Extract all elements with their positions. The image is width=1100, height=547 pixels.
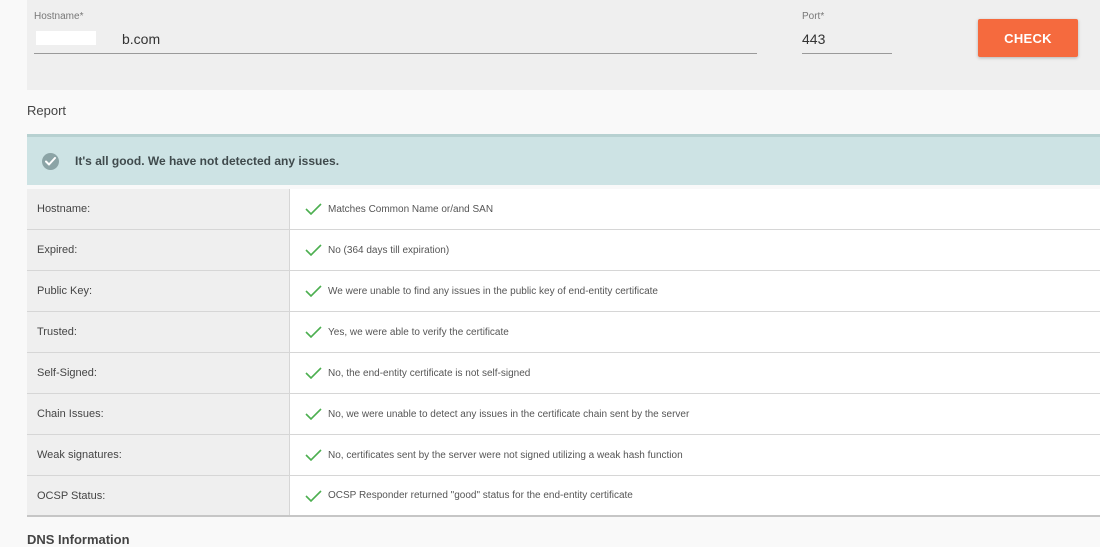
row-value: No, the end-entity certificate is not se… bbox=[290, 353, 1100, 393]
hostname-label: Hostname* bbox=[34, 11, 84, 22]
table-row: Hostname: Matches Common Name or/and SAN bbox=[27, 189, 1100, 230]
check-icon bbox=[305, 408, 322, 420]
check-icon bbox=[305, 326, 322, 338]
row-value: No, certificates sent by the server were… bbox=[290, 435, 1100, 475]
hostname-input[interactable]: b.com bbox=[122, 31, 160, 47]
check-circle-icon bbox=[42, 152, 59, 170]
status-banner: It's all good. We have not detected any … bbox=[27, 137, 1100, 185]
report-table: Hostname: Matches Common Name or/and SAN E… bbox=[27, 189, 1100, 517]
table-row: Weak signatures: No, certificates sent by… bbox=[27, 435, 1100, 476]
check-icon bbox=[305, 367, 322, 379]
table-row: Trusted: Yes, we were able to verify the … bbox=[27, 312, 1100, 353]
check-icon bbox=[305, 449, 322, 461]
table-row: Chain Issues: No, we were unable to detec… bbox=[27, 394, 1100, 435]
port-underline bbox=[802, 53, 892, 54]
status-message: It's all good. We have not detected any … bbox=[75, 154, 340, 168]
row-label: Self-Signed: bbox=[27, 353, 290, 393]
table-row: Expired: No (364 days till expiration) bbox=[27, 230, 1100, 271]
row-label: OCSP Status: bbox=[27, 476, 290, 515]
row-value: No, we were unable to detect any issues … bbox=[290, 394, 1100, 434]
check-icon bbox=[305, 203, 322, 215]
row-label: Weak signatures: bbox=[27, 435, 290, 475]
row-value-text: No, certificates sent by the server were… bbox=[328, 449, 683, 461]
check-icon bbox=[305, 489, 322, 502]
hostname-underline bbox=[34, 53, 757, 54]
row-label: Chain Issues: bbox=[27, 394, 290, 434]
row-value: No (364 days till expiration) bbox=[290, 230, 1100, 270]
row-value: Yes, we were able to verify the certific… bbox=[290, 312, 1100, 352]
row-label: Trusted: bbox=[27, 312, 290, 352]
port-input[interactable]: 443 bbox=[802, 31, 825, 47]
dns-title: DNS Information bbox=[27, 532, 130, 547]
redaction-mask bbox=[36, 31, 96, 45]
check-button[interactable]: CHECK bbox=[978, 19, 1078, 57]
row-value-text: We were unable to find any issues in the… bbox=[328, 285, 658, 297]
table-row: Self-Signed: No, the end-entity certifica… bbox=[27, 353, 1100, 394]
row-value-text: Yes, we were able to verify the certific… bbox=[328, 326, 509, 338]
port-label: Port* bbox=[802, 11, 825, 22]
table-row: OCSP Status: OCSP Responder returned "goo… bbox=[27, 476, 1100, 517]
check-icon bbox=[305, 285, 322, 297]
row-value-text: Matches Common Name or/and SAN bbox=[328, 203, 494, 215]
row-value-text: No, the end-entity certificate is not se… bbox=[328, 367, 531, 379]
row-value-text: OCSP Responder returned "good" status fo… bbox=[328, 490, 633, 501]
row-label: Hostname: bbox=[27, 189, 290, 229]
check-form: Hostname* b.com Port* 443 bbox=[27, 0, 1100, 90]
row-value: OCSP Responder returned "good" status fo… bbox=[290, 476, 1100, 515]
row-label: Public Key: bbox=[27, 271, 290, 311]
row-value-text: No (364 days till expiration) bbox=[328, 244, 450, 256]
check-icon bbox=[305, 244, 322, 256]
report-title: Report bbox=[27, 103, 67, 118]
table-row: Public Key: We were unable to find any is… bbox=[27, 271, 1100, 312]
row-value: We were unable to find any issues in the… bbox=[290, 271, 1100, 311]
row-value-text: No, we were unable to detect any issues … bbox=[328, 408, 690, 420]
row-value: Matches Common Name or/and SAN bbox=[290, 189, 1100, 229]
row-label: Expired: bbox=[27, 230, 290, 270]
